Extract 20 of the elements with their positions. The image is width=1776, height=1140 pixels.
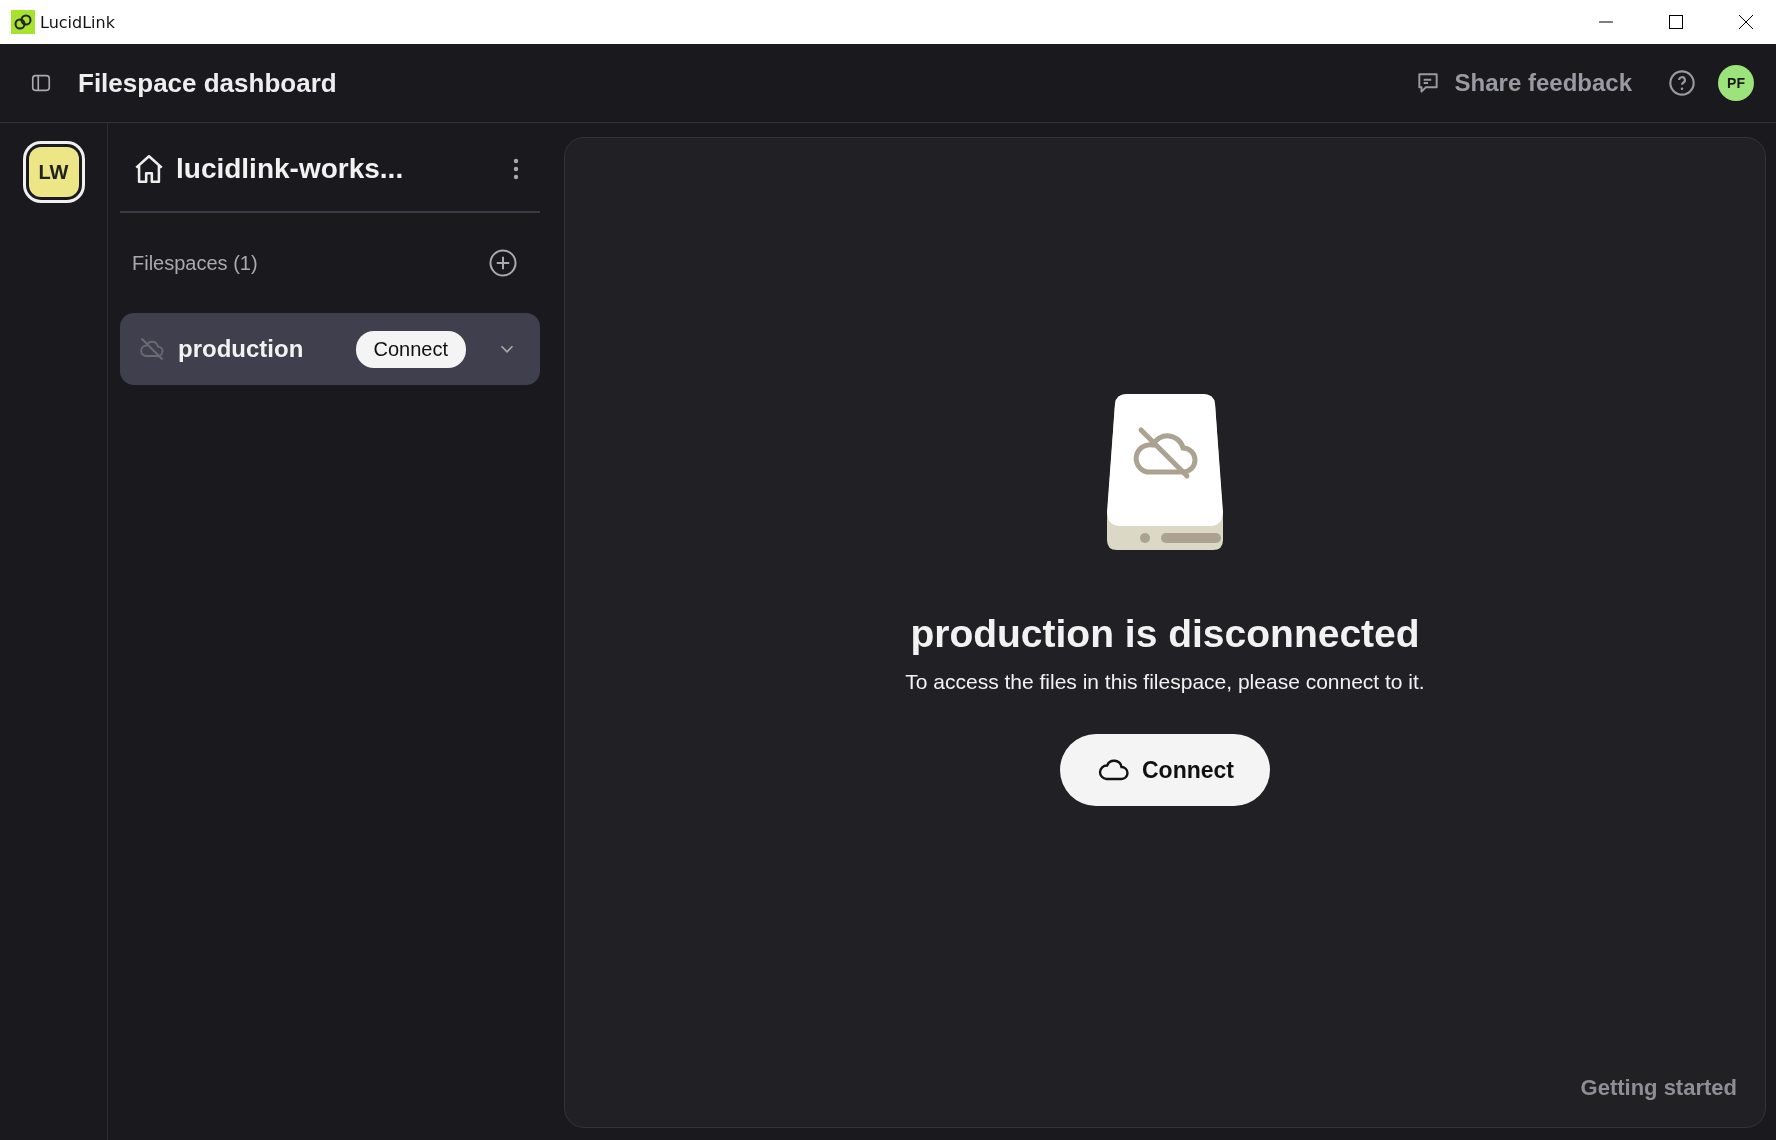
getting-started-link[interactable]: Getting started: [1580, 1075, 1737, 1101]
connect-button[interactable]: Connect: [1060, 734, 1270, 806]
window-title: LucidLink: [40, 12, 115, 32]
filespace-name: production: [178, 335, 304, 363]
status-heading: production is disconnected: [910, 612, 1420, 656]
workspace-name[interactable]: lucidlink-works...: [176, 153, 404, 185]
section-label: Filespaces (1): [132, 251, 258, 275]
maximize-icon[interactable]: [1668, 14, 1684, 30]
filespace-item[interactable]: production Connect: [120, 313, 540, 385]
connect-button[interactable]: Connect: [355, 330, 466, 368]
status-message: To access the files in this filespace, please connect to it.: [905, 670, 1425, 694]
share-feedback-button[interactable]: Share feedback: [1414, 69, 1632, 97]
user-avatar[interactable]: PF: [1718, 65, 1754, 101]
page-title: Filespace dashboard: [78, 67, 337, 99]
close-icon[interactable]: [1738, 14, 1754, 30]
add-icon[interactable]: [488, 248, 518, 278]
help-icon[interactable]: [1668, 69, 1696, 97]
more-options-icon[interactable]: [512, 156, 520, 182]
sidebar-toggle-icon[interactable]: [30, 72, 52, 94]
app-logo-icon: [11, 10, 35, 34]
